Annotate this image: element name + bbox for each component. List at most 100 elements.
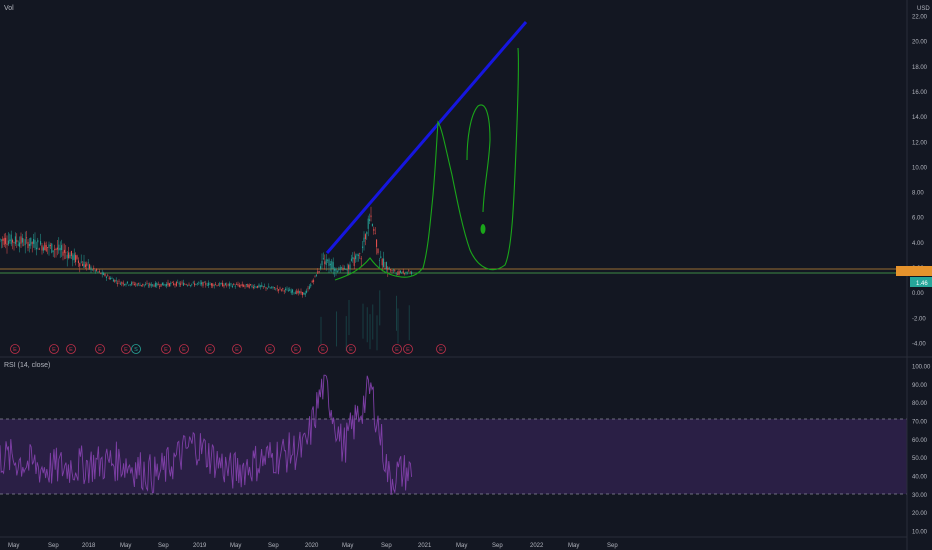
candle-body bbox=[320, 266, 322, 269]
earnings-marker[interactable]: E bbox=[205, 344, 215, 354]
candle-body bbox=[209, 284, 211, 285]
candle-body bbox=[149, 283, 151, 286]
candle-body bbox=[297, 290, 299, 293]
earnings-marker[interactable]: E bbox=[265, 344, 275, 354]
candle-body bbox=[129, 284, 131, 286]
rsi-title[interactable]: RSI (14, close) bbox=[4, 362, 50, 369]
marker-label: E bbox=[52, 347, 56, 353]
earnings-marker[interactable]: E bbox=[291, 344, 301, 354]
earnings-marker[interactable]: E bbox=[121, 344, 131, 354]
candle-body bbox=[94, 270, 96, 272]
earnings-marker[interactable]: E bbox=[436, 344, 446, 354]
candle-body bbox=[124, 284, 126, 286]
marker-label: E bbox=[406, 347, 410, 353]
candle-body bbox=[236, 284, 238, 285]
earnings-marker[interactable]: E bbox=[161, 344, 171, 354]
candle-body bbox=[126, 281, 128, 284]
candle-body bbox=[128, 284, 130, 286]
volume-bar bbox=[348, 300, 350, 336]
candle-body bbox=[111, 278, 113, 279]
candle-body bbox=[215, 284, 217, 285]
candle-body bbox=[33, 239, 35, 244]
candle-body bbox=[56, 247, 58, 250]
current-price-tag-label bbox=[910, 266, 932, 276]
candle-body bbox=[356, 254, 358, 256]
candle-body bbox=[24, 239, 26, 245]
time-tick-label: May bbox=[8, 543, 19, 549]
candle-body bbox=[86, 263, 88, 266]
candle-body bbox=[369, 219, 371, 221]
candle-body bbox=[122, 282, 124, 285]
candle-body bbox=[384, 268, 386, 269]
candle-body bbox=[163, 284, 165, 286]
candle-body bbox=[187, 285, 189, 286]
candle-body bbox=[76, 255, 78, 259]
marker-label: E bbox=[439, 347, 443, 353]
time-tick-label: 2020 bbox=[305, 543, 319, 549]
earnings-marker[interactable]: E bbox=[392, 344, 402, 354]
earnings-marker[interactable]: E bbox=[403, 344, 413, 354]
candle-body bbox=[49, 245, 51, 246]
candle-body bbox=[105, 276, 107, 278]
candle-body bbox=[411, 271, 413, 275]
candle-body bbox=[107, 275, 109, 277]
candle-body bbox=[327, 259, 329, 261]
candle-body bbox=[363, 237, 365, 243]
candle-body bbox=[178, 283, 180, 285]
candle-body bbox=[402, 270, 404, 273]
candle-body bbox=[409, 273, 411, 274]
candle-body bbox=[161, 282, 163, 286]
earnings-marker[interactable]: E bbox=[318, 344, 328, 354]
split-marker[interactable]: S bbox=[131, 344, 141, 354]
symbol-label[interactable]: Vol bbox=[4, 5, 14, 12]
time-tick-label: 2021 bbox=[418, 543, 432, 549]
candle-body bbox=[292, 289, 294, 293]
candle-body bbox=[42, 247, 44, 251]
candle-body bbox=[387, 267, 389, 270]
rsi-tick-label: 60.00 bbox=[912, 438, 928, 444]
candle-body bbox=[61, 245, 63, 251]
candle-body bbox=[132, 282, 134, 284]
candle-body bbox=[268, 286, 270, 288]
candle-body bbox=[255, 287, 257, 288]
candle-body bbox=[104, 273, 106, 277]
candle-body bbox=[311, 280, 313, 283]
candle-body bbox=[303, 292, 305, 295]
earnings-marker[interactable]: E bbox=[66, 344, 76, 354]
candle-body bbox=[119, 283, 121, 285]
candle-body bbox=[9, 239, 11, 242]
candle-body bbox=[287, 290, 289, 292]
candle-body bbox=[212, 283, 214, 287]
candle-body bbox=[240, 284, 242, 286]
candle-body bbox=[310, 284, 312, 287]
candle-body bbox=[376, 239, 378, 247]
volume-bar bbox=[376, 315, 378, 351]
earnings-marker[interactable]: E bbox=[232, 344, 242, 354]
earnings-marker[interactable]: E bbox=[10, 344, 20, 354]
chart-canvas[interactable]: EEEEESEEEEEEEEEEE Vol USD RSI (14, close… bbox=[0, 0, 932, 550]
candle-body bbox=[7, 240, 9, 245]
candle-body bbox=[208, 282, 210, 286]
candle-body bbox=[159, 286, 161, 287]
candle-body bbox=[238, 285, 240, 287]
candle-body bbox=[353, 257, 355, 266]
earnings-marker[interactable]: E bbox=[49, 344, 59, 354]
price-tick-label: 0.00 bbox=[912, 291, 924, 297]
candle-body bbox=[121, 282, 123, 284]
candle-body bbox=[55, 248, 57, 250]
candle-body bbox=[79, 263, 81, 267]
earnings-marker[interactable]: E bbox=[95, 344, 105, 354]
candle-body bbox=[293, 292, 295, 294]
candle-body bbox=[0, 239, 2, 241]
volume-bar bbox=[396, 295, 397, 331]
candle-body bbox=[125, 284, 127, 285]
candle-body bbox=[378, 260, 380, 261]
candle-body bbox=[30, 237, 32, 246]
candle-body bbox=[98, 271, 100, 272]
earnings-marker[interactable]: E bbox=[346, 344, 356, 354]
earnings-marker[interactable]: E bbox=[179, 344, 189, 354]
candle-body bbox=[318, 270, 320, 272]
candle-body bbox=[213, 285, 215, 286]
candle-body bbox=[331, 260, 333, 269]
candle-body bbox=[28, 243, 30, 247]
